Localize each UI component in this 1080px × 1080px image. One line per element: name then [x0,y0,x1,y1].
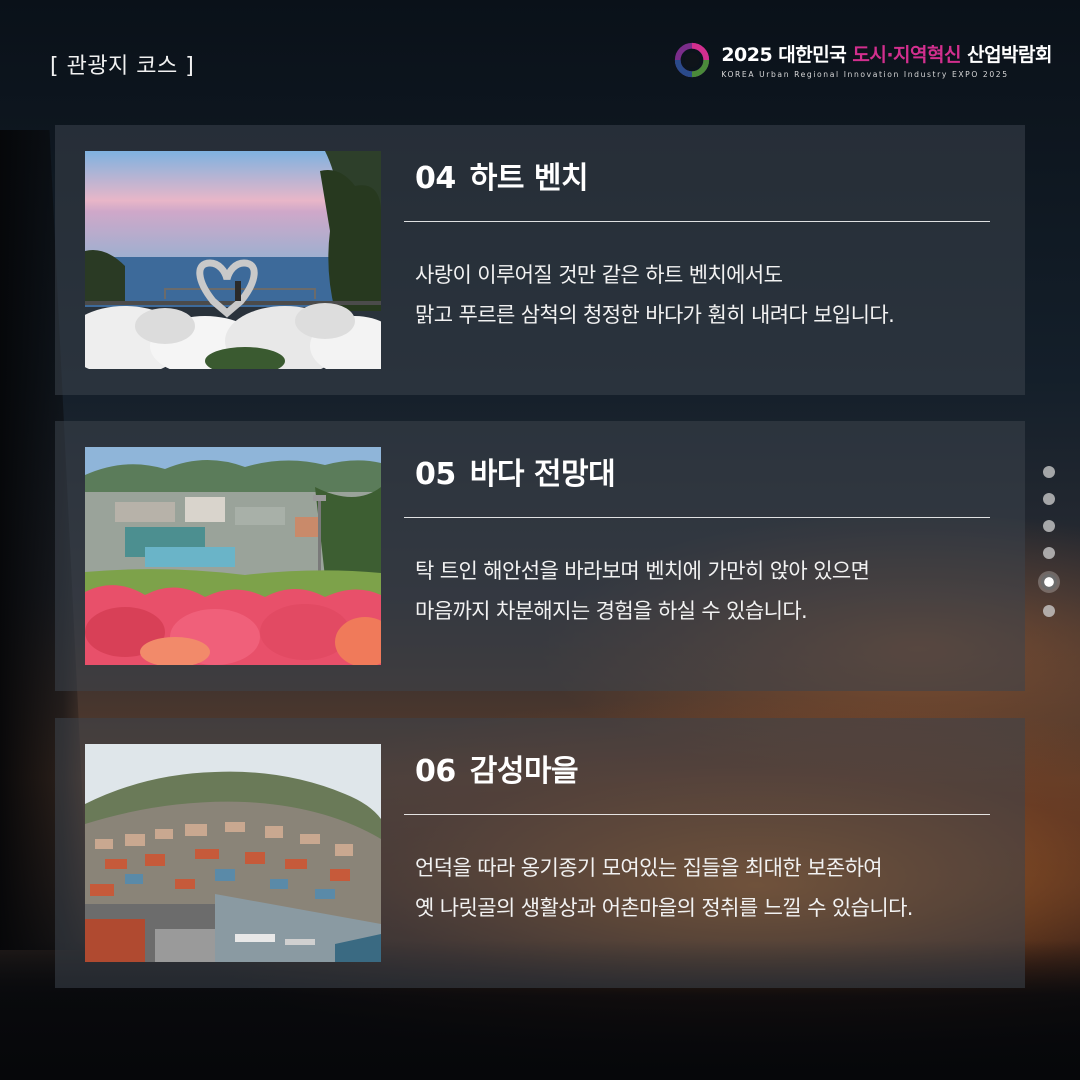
village-photo [85,744,381,962]
page-dot-3[interactable] [1043,520,1055,532]
page-indicator [1041,466,1057,617]
section-label: [ 관광지 코스 ] [50,54,195,79]
sea-observatory-photo [85,447,381,665]
circle-logo-icon [675,42,710,77]
expo-logo: 2025 대한민국 도시·지역혁신 산업박람회 KOREA Urban Regi… [673,40,1052,79]
page-dot-1[interactable] [1043,466,1055,478]
card-description: 언덕을 따라 옹기종기 모여있는 집들을 최대한 보존하여 옛 나릿골의 생활상… [415,856,913,920]
logo-subtitle: KOREA Urban Regional Innovation Industry… [721,70,1009,79]
course-card-village: 06 감성마을 언덕을 따라 옹기종기 모여있는 집들을 최대한 보존하여 옛 나… [55,718,1025,988]
card-description: 탁 트인 해안선을 바라보며 벤치에 가만히 앉아 있으면 마음까지 차분해지는… [415,559,870,623]
card-title: 05 바다 전망대 [415,457,616,492]
page-dot-4[interactable] [1043,547,1055,559]
logo-title: 2025 대한민국 도시·지역혁신 산업박람회 [721,44,1052,66]
page-dot-5[interactable] [1041,574,1057,590]
course-card-sea-observatory: 05 바다 전망대 탁 트인 해안선을 바라보며 벤치에 가만히 앉아 있으면 마… [55,421,1025,691]
heart-bench-photo [85,151,381,369]
card-divider [404,517,990,518]
page-dot-6[interactable] [1043,605,1055,617]
course-card-heart-bench: 04 하트 벤치 사랑이 이루어질 것만 같은 하트 벤치에서도 맑고 푸르른 삼… [55,125,1025,395]
page-dot-2[interactable] [1043,493,1055,505]
card-title: 06 감성마을 [415,754,579,789]
card-title: 04 하트 벤치 [415,161,589,196]
card-divider [404,221,990,222]
card-description: 사랑이 이루어질 것만 같은 하트 벤치에서도 맑고 푸르른 삼척의 청정한 바… [415,263,895,327]
card-divider [404,814,990,815]
